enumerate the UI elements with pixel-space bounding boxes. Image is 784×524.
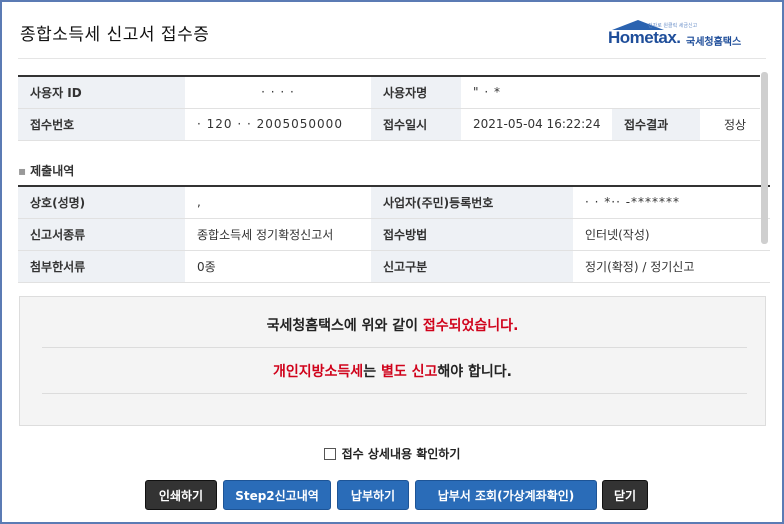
hometax-logo: 전자로 원클릭 세금신고 Hometax. 국세청홈택스 <box>608 20 758 50</box>
table-row: 상호(성명) , 사업자(주민)등록번호 · · *·· -******* <box>18 186 770 219</box>
notice-line2-middle: 는 <box>363 364 381 380</box>
reg-no-label: 사업자(주민)등록번호 <box>371 186 573 219</box>
trade-name-value: , <box>185 186 371 219</box>
trade-name-label: 상호(성명) <box>18 186 185 219</box>
pay-button[interactable]: 납부하기 <box>337 480 409 510</box>
notice-box: 국세청홈택스에 위와 같이 접수되었습니다. 개인지방소득세는 별도 신고해야 … <box>19 296 766 426</box>
receipt-date-value: 2021-05-04 16:22:24 <box>461 108 612 141</box>
notice-line1-highlight: 접수되었습니다. <box>422 318 519 334</box>
notice-line2-highlight1: 개인지방소득세 <box>273 364 364 380</box>
method-label: 접수방법 <box>371 218 573 251</box>
logo-brand-ko: 국세청홈택스 <box>686 37 742 48</box>
bullet-icon: ▪ <box>18 164 27 178</box>
filing-type-value: 정기(확정) / 정기신고 <box>573 250 770 283</box>
receipt-no-value: · 120 · · 2005050000 <box>185 108 371 141</box>
print-button[interactable]: 인쇄하기 <box>145 480 217 510</box>
user-name-label: 사용자명 <box>371 76 461 109</box>
receipt-no-label: 접수번호 <box>18 108 185 141</box>
receipt-result-value: 정상 <box>700 108 761 141</box>
receipt-info-table: 사용자 ID · · · · 사용자명 " · * 접수번호 · 120 · ·… <box>18 75 761 141</box>
form-type-value: 종합소득세 정기확정신고서 <box>185 218 371 251</box>
submission-info-table: 상호(성명) , 사업자(주민)등록번호 · · *·· -******* 신고… <box>18 185 770 283</box>
detail-check-label[interactable]: 접수 상세내용 확인하기 <box>342 447 461 461</box>
section-title-text: 제출내역 <box>30 164 75 178</box>
table-row: 사용자 ID · · · · 사용자명 " · * <box>18 76 761 109</box>
method-value: 인터넷(작성) <box>573 218 770 251</box>
notice-line2-highlight2: 별도 신고 <box>380 364 438 380</box>
vertical-scrollbar[interactable] <box>761 72 768 244</box>
user-id-label: 사용자 ID <box>18 76 185 109</box>
attachments-label: 첨부한서류 <box>18 250 185 283</box>
receipt-date-label: 접수일시 <box>371 108 461 141</box>
filing-type-label: 신고구분 <box>371 250 573 283</box>
logo-brand: Hometax. <box>608 28 681 47</box>
table-row: 접수번호 · 120 · · 2005050000 접수일시 2021-05-0… <box>18 108 761 141</box>
close-button[interactable]: 닫기 <box>602 480 648 510</box>
table-row: 첨부한서류 0종 신고구분 정기(확정) / 정기신고 <box>18 250 770 283</box>
form-type-label: 신고서종류 <box>18 218 185 251</box>
detail-checkbox[interactable] <box>323 448 336 460</box>
notice-line-local-tax: 개인지방소득세는 별도 신고해야 합니다. <box>20 361 765 381</box>
page-title: 종합소득세 신고서 접수증 <box>20 25 210 45</box>
header-divider <box>18 58 766 59</box>
section-title-submission: ▪ 제출내역 <box>18 162 74 179</box>
notice-line-received: 국세청홈택스에 위와 같이 접수되었습니다. <box>20 315 765 335</box>
attachments-value: 0종 <box>185 250 371 283</box>
step2-history-button[interactable]: Step2신고내역 <box>223 480 331 510</box>
user-id-value: · · · · <box>185 76 371 109</box>
reg-no-value: · · *·· -******* <box>573 186 770 219</box>
notice-divider <box>42 347 747 348</box>
header: 종합소득세 신고서 접수증 전자로 원클릭 세금신고 Hometax. 국세청홈… <box>0 0 784 58</box>
notice-line1-prefix: 국세청홈택스에 위와 같이 <box>266 318 423 334</box>
user-name-value: " · * <box>461 76 761 109</box>
bill-inquiry-button[interactable]: 납부서 조회(가상계좌확인) <box>415 480 597 510</box>
receipt-result-label: 접수결과 <box>612 108 700 141</box>
detail-check-row[interactable]: 접수 상세내용 확인하기 <box>0 445 784 462</box>
table-row: 신고서종류 종합소득세 정기확정신고서 접수방법 인터넷(작성) <box>18 218 770 251</box>
notice-line2-suffix: 해야 합니다. <box>437 364 512 380</box>
notice-divider-bottom <box>42 393 747 394</box>
